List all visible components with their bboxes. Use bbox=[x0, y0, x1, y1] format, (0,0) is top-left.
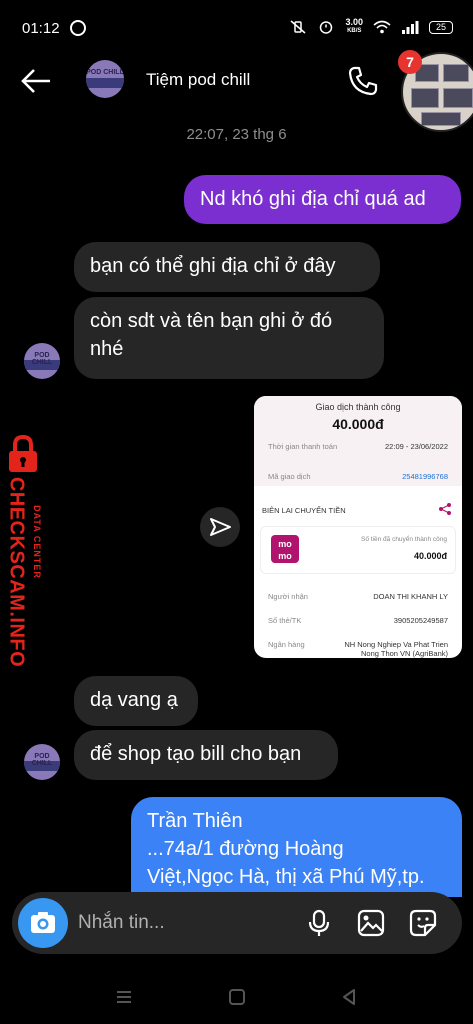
date-separator: 22:07, 23 thg 6 bbox=[186, 126, 287, 143]
momo-logo: mo mo bbox=[271, 535, 299, 563]
bank-value-line2: Nong Thon VN (AgriBank) bbox=[361, 649, 448, 658]
sender-avatar[interactable]: POD CHILL bbox=[24, 343, 60, 379]
momo-logo-line2: mo bbox=[278, 551, 292, 561]
thumb-tile bbox=[443, 88, 473, 108]
back-nav-icon[interactable] bbox=[338, 986, 360, 1008]
receipt-row-time: Thời gian thanh toán 22:09 - 23/06/2022 bbox=[268, 442, 448, 451]
avatar-text: POD CHILL bbox=[31, 752, 53, 767]
code-label: Mã giao dịch bbox=[268, 472, 311, 481]
receiver-label: Người nhận bbox=[268, 592, 308, 601]
phone-call-icon[interactable] bbox=[346, 64, 380, 98]
watermark-sub-label: DATA CENTER bbox=[32, 505, 42, 579]
incoming-message[interactable]: bạn có thể ghi địa chỉ ở đây bbox=[74, 242, 380, 292]
transfer-amount: 40.000đ bbox=[413, 551, 447, 561]
lock-icon bbox=[9, 434, 37, 472]
mute-vibrate-icon bbox=[290, 20, 306, 34]
watermark-main-label: CHECKSCAM.INFO bbox=[5, 476, 28, 668]
message-input[interactable]: Nhắn tin... bbox=[78, 912, 165, 934]
bank-value: NH Nong Nghiep Va Phat Trien Nong Thon V… bbox=[344, 640, 448, 658]
share-button[interactable] bbox=[200, 507, 240, 547]
status-bar: 01:12 3.00 KB/S 25 bbox=[0, 0, 473, 56]
receipt-row-receiver: Người nhận DOAN THI KHANH LY bbox=[268, 592, 448, 601]
bank-value-line1: NH Nong Nghiep Va Phat Trien bbox=[344, 640, 448, 649]
watermark-sub-text: DATA CENTER bbox=[30, 482, 44, 602]
incoming-message[interactable]: để shop tạo bill cho bạn bbox=[74, 730, 338, 780]
speed-unit: KB/S bbox=[347, 28, 362, 34]
incoming-message[interactable]: còn sdt và tên bạn ghi ở đó nhé bbox=[74, 297, 384, 379]
thumb-tile bbox=[421, 112, 461, 126]
incoming-message[interactable]: dạ vang ạ bbox=[74, 676, 198, 726]
camera-button[interactable] bbox=[18, 898, 68, 948]
unread-badge: 7 bbox=[398, 50, 422, 74]
receipt-row-code: Mã giao dịch 25481996768 bbox=[268, 472, 448, 481]
account-value: 3905205249587 bbox=[393, 616, 448, 625]
address-line: ...74a/1 đường Hoàng bbox=[147, 838, 344, 860]
time-value: 22:09 - 23/06/2022 bbox=[385, 442, 448, 451]
avatar-stripe bbox=[86, 78, 124, 89]
address-line: Trần Thiên bbox=[147, 810, 243, 832]
gallery-icon[interactable] bbox=[356, 908, 386, 938]
receipt-row-bank: Ngân hàng NH Nong Nghiep Va Phat Trien N… bbox=[268, 640, 448, 658]
share-icon bbox=[439, 503, 451, 515]
account-label: Số thẻ/TK bbox=[268, 616, 302, 625]
camera-icon bbox=[31, 912, 55, 933]
thumb-tile bbox=[443, 64, 469, 82]
avatar-text: POD CHILL bbox=[31, 351, 53, 366]
messenger-notification-icon bbox=[70, 20, 86, 36]
chat-avatar[interactable]: POD CHILL bbox=[86, 60, 124, 98]
time-label: Thời gian thanh toán bbox=[268, 442, 338, 451]
wifi-icon bbox=[373, 20, 391, 34]
receipt-section-title: BIÊN LAI CHUYỂN TIỀN bbox=[262, 506, 346, 515]
status-time: 01:12 bbox=[22, 20, 60, 37]
checkscam-watermark: CHECKSCAM.INFO DATA CENTER bbox=[2, 434, 50, 667]
message-composer: Nhắn tin... bbox=[12, 892, 462, 954]
watermark-main-text: CHECKSCAM.INFO bbox=[2, 477, 30, 667]
receiver-value: DOAN THI KHANH LY bbox=[373, 592, 448, 601]
network-speed: 3.00 KB/S bbox=[345, 18, 363, 36]
home-icon[interactable] bbox=[226, 986, 248, 1008]
alarm-icon bbox=[320, 21, 333, 34]
status-icons: 3.00 KB/S 25 bbox=[289, 18, 453, 36]
chat-name[interactable]: Tiệm pod chill bbox=[146, 70, 250, 90]
sticker-icon[interactable] bbox=[408, 908, 438, 938]
transfer-card: mo mo Số tiền đã chuyển thành công 40.00… bbox=[260, 526, 456, 574]
outgoing-message[interactable]: Nd khó ghi địa chỉ quá ad bbox=[184, 175, 461, 224]
outgoing-address-message[interactable]: Trần Thiên ...74a/1 đường Hoàng Việt,Ngọ… bbox=[131, 797, 462, 897]
system-nav-bar bbox=[0, 970, 473, 1024]
receipt-row-account: Số thẻ/TK 3905205249587 bbox=[268, 616, 448, 625]
momo-logo-line1: mo bbox=[278, 539, 292, 549]
battery-icon: 25 bbox=[429, 20, 453, 34]
speed-value: 3.00 bbox=[345, 17, 363, 27]
address-line: Việt,Ngọc Hà, thị xã Phú Mỹ,tp. bbox=[147, 866, 425, 888]
back-arrow-icon[interactable] bbox=[18, 66, 54, 96]
send-arrow-icon bbox=[210, 518, 231, 536]
signal-icon bbox=[402, 21, 419, 34]
thumb-tile bbox=[411, 88, 439, 108]
receipt-title: Giao dịch thành công bbox=[315, 402, 401, 412]
code-value: 25481996768 bbox=[402, 472, 448, 481]
receipt-amount: 40.000đ bbox=[332, 416, 384, 432]
bank-label: Ngân hàng bbox=[268, 640, 305, 649]
recent-apps-icon[interactable] bbox=[113, 986, 135, 1008]
payment-receipt-image[interactable]: Giao dịch thành công 40.000đ Thời gian t… bbox=[254, 396, 462, 658]
microphone-icon[interactable] bbox=[304, 908, 334, 938]
sender-avatar[interactable]: POD CHILL bbox=[24, 744, 60, 780]
avatar-text: POD CHILL bbox=[86, 69, 124, 77]
transfer-label: Số tiền đã chuyển thành công bbox=[360, 536, 447, 543]
